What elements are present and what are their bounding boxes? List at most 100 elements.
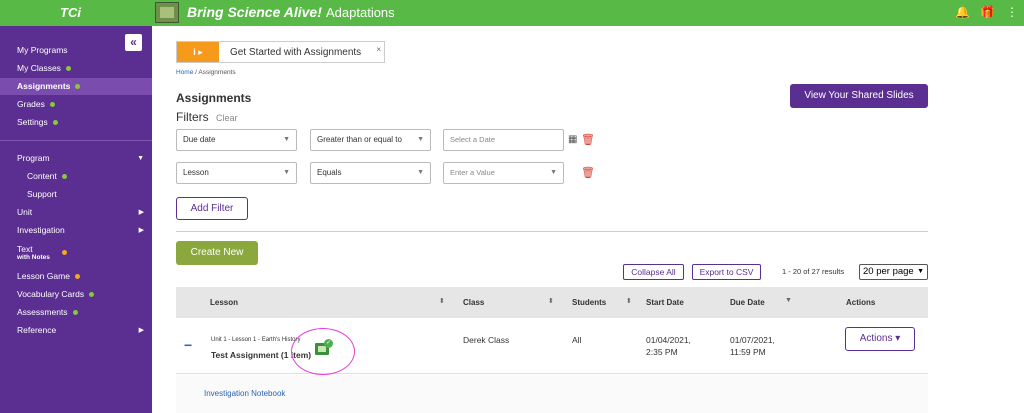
sidebar: « My Programs My Classes Assignments Gra… bbox=[0, 26, 152, 413]
breadcrumb-current: Assignments bbox=[198, 69, 236, 76]
status-dot bbox=[62, 250, 67, 255]
actions-dropdown-button[interactable]: Actions ▾ bbox=[845, 327, 915, 351]
section-divider bbox=[176, 231, 928, 232]
select-value: Greater than or equal to bbox=[317, 135, 402, 144]
gift-icon[interactable]: 🎁 bbox=[980, 5, 995, 19]
sidebar-item-label: Support bbox=[27, 189, 57, 199]
caret-down-icon: ▼ bbox=[137, 155, 144, 162]
start-date-cell: 01/04/2021, bbox=[646, 335, 691, 345]
table-sub-row bbox=[176, 375, 928, 413]
banner-text: Get Started with Assignments bbox=[230, 47, 362, 58]
sidebar-item-grades[interactable]: Grades bbox=[0, 96, 152, 113]
per-page-select[interactable]: 20 per page ▼ bbox=[859, 264, 928, 280]
sidebar-item-my-classes[interactable]: My Classes bbox=[0, 60, 152, 77]
column-header-due-date[interactable]: Due Date bbox=[730, 298, 765, 307]
filter-field-select[interactable]: Due date ▼ bbox=[176, 129, 297, 151]
status-dot bbox=[61, 174, 67, 180]
sidebar-item-unit[interactable]: Unit ▶ bbox=[0, 204, 152, 221]
column-header-actions: Actions bbox=[846, 298, 876, 307]
tci-logo[interactable]: TCi bbox=[60, 5, 81, 20]
select-value: Equals bbox=[317, 168, 342, 177]
filter-operator-select[interactable]: Greater than or equal to ▼ bbox=[310, 129, 431, 151]
table-header: Lesson ⬍ Class ⬍ Students ⬍ Start Date D… bbox=[176, 287, 928, 318]
menu-icon[interactable]: ⋮ bbox=[1006, 5, 1018, 19]
sidebar-item-program[interactable]: Program ▼ bbox=[0, 150, 152, 167]
program-brand-title: Bring Science Alive! bbox=[187, 4, 322, 20]
investigation-notebook-link[interactable]: Investigation Notebook bbox=[204, 389, 285, 398]
input-placeholder: Enter a Value bbox=[450, 168, 495, 177]
breadcrumb: Home / Assignments bbox=[176, 69, 236, 76]
delete-filter-icon[interactable]: 🗑 bbox=[581, 166, 595, 179]
status-dot bbox=[89, 292, 95, 298]
info-icon: i ▸ bbox=[177, 42, 219, 62]
lesson-value-select[interactable]: Enter a Value ▼ bbox=[443, 162, 564, 184]
sidebar-item-my-programs[interactable]: My Programs bbox=[0, 42, 152, 59]
sidebar-item-assessments[interactable]: Assessments bbox=[0, 304, 152, 321]
due-time-cell: 11:59 PM bbox=[730, 347, 766, 357]
sort-icon[interactable]: ⬍ bbox=[439, 297, 445, 305]
sidebar-item-label: Unit bbox=[17, 207, 33, 217]
chevron-down-icon: ▼ bbox=[417, 169, 424, 176]
students-cell: All bbox=[572, 335, 582, 345]
add-filter-button[interactable]: Add Filter bbox=[176, 197, 248, 220]
sidebar-item-label: My Programs bbox=[17, 45, 68, 55]
sidebar-item-label: My Classes bbox=[17, 63, 61, 73]
column-header-start-date[interactable]: Start Date bbox=[646, 298, 684, 307]
status-dot bbox=[52, 120, 58, 126]
delete-filter-icon[interactable]: 🗑 bbox=[581, 133, 595, 146]
sidebar-item-label: Settings bbox=[17, 117, 48, 127]
breadcrumb-home-link[interactable]: Home bbox=[176, 69, 193, 76]
sidebar-item-content[interactable]: Content bbox=[0, 168, 152, 185]
sidebar-item-vocabulary-cards[interactable]: Vocabulary Cards bbox=[0, 286, 152, 303]
status-dot bbox=[49, 102, 55, 108]
sidebar-item-label: Program bbox=[17, 153, 50, 163]
clear-filters-link[interactable]: Clear bbox=[216, 113, 238, 123]
sidebar-item-reference[interactable]: Reference ▶ bbox=[0, 322, 152, 339]
caret-right-icon: ▶ bbox=[138, 209, 144, 216]
start-time-cell: 2:35 PM bbox=[646, 347, 678, 357]
sidebar-item-support[interactable]: Support bbox=[0, 186, 152, 203]
view-shared-slides-button[interactable]: View Your Shared Slides bbox=[790, 84, 928, 108]
sidebar-item-assignments[interactable]: Assignments bbox=[0, 78, 152, 95]
sidebar-item-lesson-game[interactable]: Lesson Game bbox=[0, 268, 152, 285]
status-dot bbox=[75, 84, 81, 90]
column-header-lesson[interactable]: Lesson bbox=[210, 298, 238, 307]
program-cover-thumbnail[interactable] bbox=[155, 2, 179, 23]
program-subject-title: Adaptations bbox=[326, 5, 395, 20]
results-count: 1 - 20 of 27 results bbox=[782, 267, 845, 276]
caret-right-icon: ▶ bbox=[138, 227, 144, 234]
get-started-banner[interactable]: i ▸ Get Started with Assignments × bbox=[176, 41, 385, 63]
sort-icon[interactable]: ⬍ bbox=[626, 297, 632, 305]
sidebar-item-label: Text bbox=[17, 244, 33, 254]
sidebar-item-label: Reference bbox=[17, 325, 57, 335]
sort-descending-icon[interactable]: ▼ bbox=[785, 297, 792, 304]
status-dot bbox=[72, 310, 78, 316]
sidebar-item-settings[interactable]: Settings bbox=[0, 114, 152, 131]
filter-operator-select[interactable]: Equals ▼ bbox=[310, 162, 431, 184]
export-csv-button[interactable]: Export to CSV bbox=[692, 264, 761, 280]
lesson-path: Unit 1 - Lesson 1 - Earth's History bbox=[211, 337, 301, 343]
highlight-annotation-circle bbox=[291, 328, 355, 375]
sidebar-item-label: Assessments bbox=[17, 307, 68, 317]
collapse-all-button[interactable]: Collapse All bbox=[623, 264, 684, 280]
sidebar-item-sublabel: with Notes bbox=[17, 254, 50, 261]
filter-field-select[interactable]: Lesson ▼ bbox=[176, 162, 297, 184]
sidebar-item-investigation[interactable]: Investigation ▶ bbox=[0, 222, 152, 239]
top-bar: TCi Bring Science Alive! Adaptations 🔔 🎁… bbox=[0, 0, 1024, 26]
sidebar-item-text-with-notes[interactable]: Text with Notes bbox=[0, 242, 152, 262]
sidebar-divider bbox=[0, 140, 152, 141]
chevron-down-icon: ▼ bbox=[550, 169, 557, 176]
bell-icon[interactable]: 🔔 bbox=[955, 5, 970, 19]
collapse-row-icon[interactable]: − bbox=[184, 337, 192, 353]
create-new-button[interactable]: Create New bbox=[176, 241, 258, 265]
column-header-class[interactable]: Class bbox=[463, 298, 484, 307]
sidebar-item-label: Investigation bbox=[17, 225, 65, 235]
chevron-down-icon: ▼ bbox=[917, 268, 924, 275]
sort-icon[interactable]: ⬍ bbox=[548, 297, 554, 305]
calendar-icon[interactable]: ▦ bbox=[568, 134, 577, 145]
chevron-down-icon: ▼ bbox=[283, 169, 290, 176]
close-icon[interactable]: × bbox=[376, 45, 381, 54]
sidebar-item-label: Lesson Game bbox=[17, 271, 70, 281]
date-value-input[interactable]: Select a Date bbox=[443, 129, 564, 151]
column-header-students[interactable]: Students bbox=[572, 298, 606, 307]
